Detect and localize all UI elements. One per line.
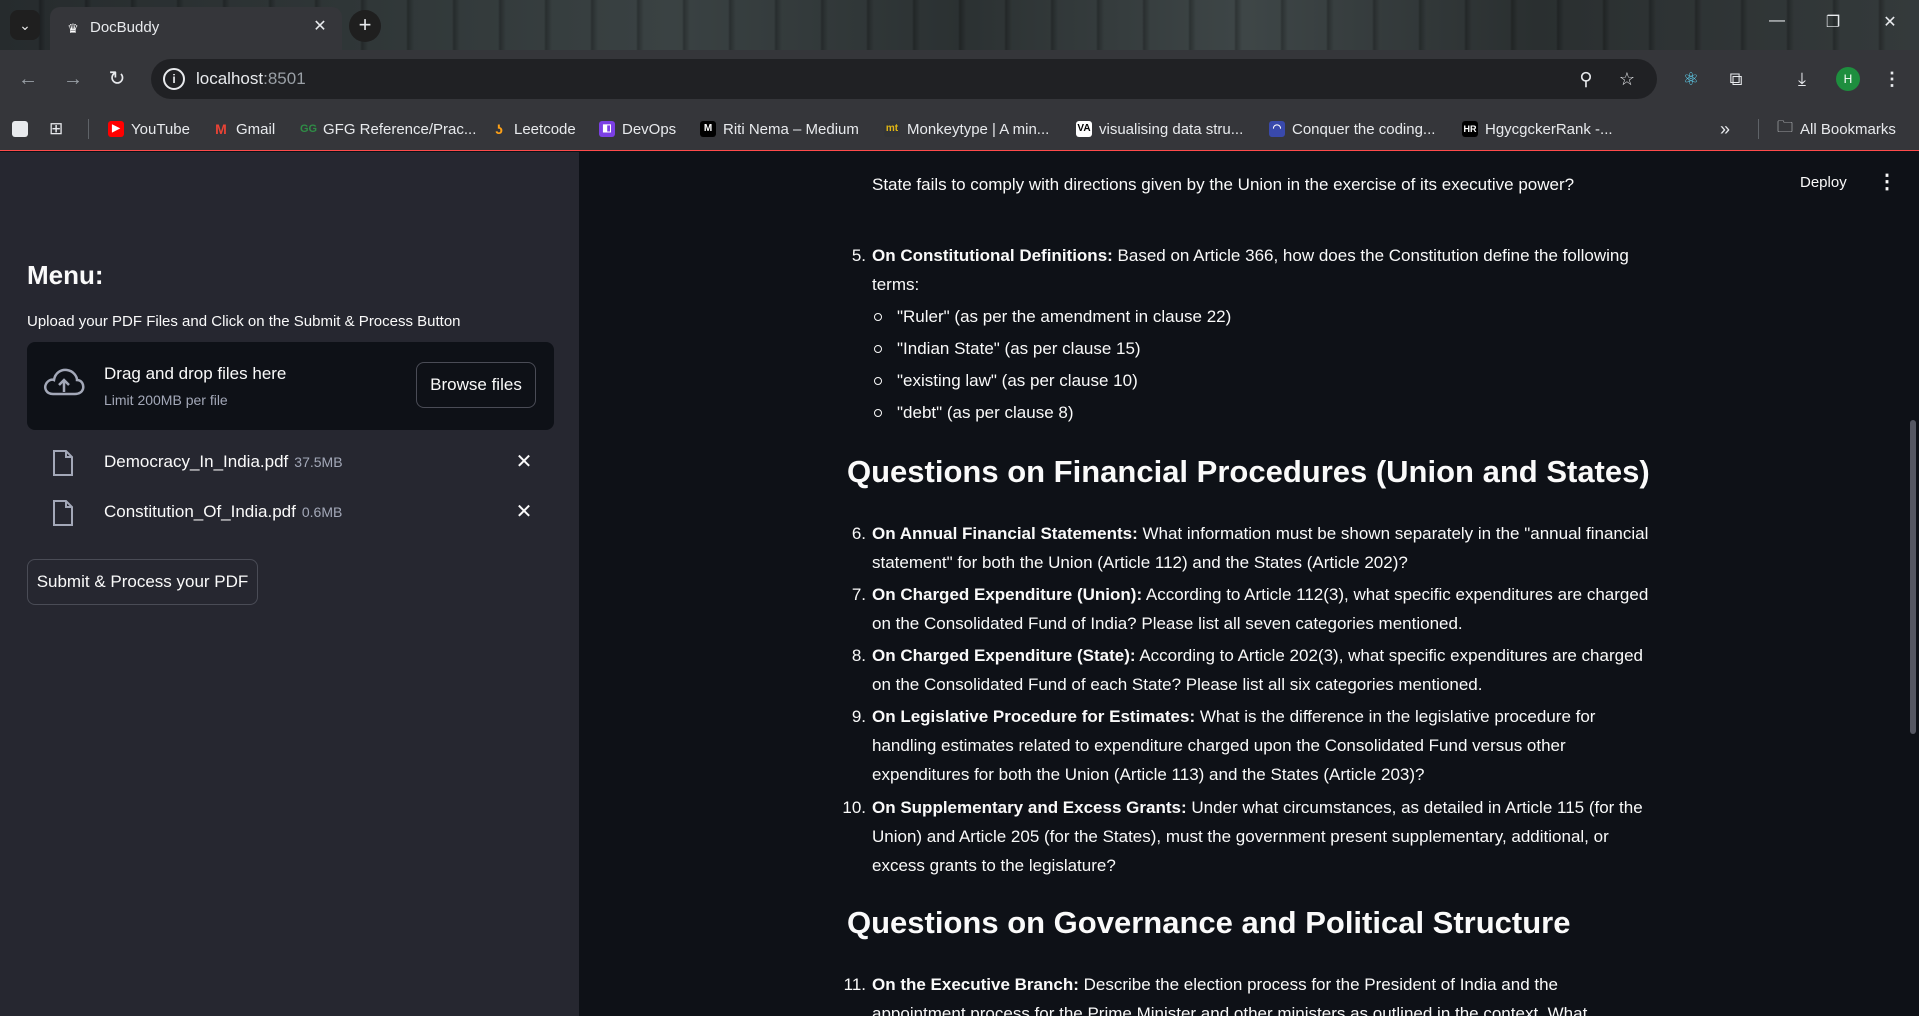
close-window-icon[interactable]: ✕ (1878, 12, 1902, 32)
gfg-icon: GG (300, 121, 318, 137)
bookmarks-bar: ⊞ ▶ YouTube M Gmail GG GFG Reference/Prac..… (0, 107, 1919, 151)
dropzone-title: Drag and drop files here (104, 364, 287, 383)
file-size: 37.5MB (294, 454, 343, 470)
upload-label: Upload your PDF Files and Click on the S… (27, 313, 461, 330)
bookmark-leetcode[interactable]: ʖ Leetcode (491, 119, 576, 139)
apps-grid-icon[interactable]: ⊞ (49, 119, 63, 139)
uploaded-file-row: Democracy_In_India.pdf 37.5MB ✕ (27, 443, 554, 483)
uploaded-file-row: Constitution_Of_India.pdf 0.6MB ✕ (27, 493, 554, 533)
file-icon (53, 500, 73, 526)
file-size: 0.6MB (301, 504, 343, 520)
url-text[interactable]: localhost:8501 (196, 69, 306, 89)
browser-toolbar: ← → ↻ i localhost:8501 ⚲ ☆ ⚛ ⧉ ⤓ H ⋮ (0, 50, 1919, 107)
react-devtools-icon[interactable]: ⚛ (1677, 65, 1705, 93)
all-bookmarks-folder[interactable]: 🗀 All Bookmarks (1777, 119, 1896, 139)
submit-process-button[interactable]: Submit & Process your PDF (27, 559, 258, 605)
browse-files-button[interactable]: Browse files (416, 362, 536, 408)
back-arrow-icon[interactable]: ← (14, 65, 42, 93)
zoom-icon[interactable]: ⚲ (1574, 67, 1598, 91)
bookmark-hackerrank[interactable]: HR HgycgckerRank -... (1462, 119, 1613, 139)
bookmark-apps-square[interactable] (12, 119, 35, 139)
leetcode-icon: ʖ (491, 121, 507, 137)
youtube-icon: ▶ (108, 121, 124, 137)
sidebar: Menu: Upload your PDF Files and Click on… (0, 152, 579, 1016)
star-bookmark-icon[interactable]: ☆ (1615, 67, 1639, 91)
browser-menu-icon[interactable]: ⋮ (1878, 65, 1906, 93)
reload-icon[interactable]: ↻ (103, 65, 131, 93)
bookmark-devops[interactable]: ◧ DevOps (599, 119, 676, 139)
question-item: 9. On Legislative Procedure for Estimate… (851, 707, 1596, 784)
bookmark-gmail[interactable]: M Gmail (213, 119, 275, 139)
browser-tab-bar: ⌄ ♛ DocBuddy ✕ + — ❐ ✕ (0, 0, 1919, 50)
scrollbar-thumb[interactable] (1910, 420, 1916, 734)
medium-icon: M (700, 121, 716, 137)
definition-subitem: "Indian State" (as per clause 15) (874, 334, 1141, 363)
new-tab-button[interactable]: + (349, 10, 381, 42)
profile-avatar[interactable]: H (1836, 67, 1860, 91)
forward-arrow-icon[interactable]: → (59, 65, 87, 93)
extensions-icon[interactable]: ⧉ (1722, 65, 1750, 93)
remove-file-icon[interactable]: ✕ (512, 450, 536, 474)
folder-icon: 🗀 (1777, 118, 1794, 136)
question-item: 7. On Charged Expenditure (Union): Accor… (851, 585, 1649, 633)
browser-tab[interactable]: ♛ DocBuddy ✕ (50, 7, 342, 50)
question-item: 8. On Charged Expenditure (State): Accor… (851, 646, 1643, 694)
section-heading: Questions on Governance and Political St… (847, 905, 1571, 940)
close-tab-icon[interactable]: ✕ (310, 17, 330, 37)
cloud-upload-icon (44, 368, 85, 396)
tab-title: DocBuddy (90, 19, 160, 36)
monkeytype-icon: mt (884, 121, 900, 137)
definition-subitem: "existing law" (as per clause 10) (874, 366, 1138, 395)
bookmark-gfg[interactable]: GG GFG Reference/Prac... (300, 119, 476, 139)
dropzone-limit: Limit 200MB per file (104, 392, 228, 408)
codechef-icon: ◠ (1269, 121, 1285, 137)
deploy-button[interactable]: Deploy (1800, 174, 1847, 191)
sidebar-menu-title: Menu: (27, 260, 104, 290)
file-icon (53, 450, 73, 476)
bookmark-youtube[interactable]: ▶ YouTube (108, 119, 190, 139)
site-info-icon[interactable]: i (163, 68, 185, 90)
file-name: Democracy_In_India.pdf 37.5MB (104, 452, 343, 471)
question-item: 11. On the Executive Branch: Describe th… (843, 975, 1588, 1016)
app-menu-icon[interactable]: ⋮ (1877, 170, 1897, 194)
file-name: Constitution_Of_India.pdf 0.6MB (104, 502, 343, 521)
bookmark-monkeytype[interactable]: mt Monkeytype | A min... (884, 119, 1049, 139)
restore-icon[interactable]: ❐ (1821, 12, 1845, 32)
bookmark-separator (1758, 119, 1759, 139)
question-item: 10. On Supplementary and Excess Grants: … (842, 798, 1643, 875)
bookmark-codechef[interactable]: ◠ Conquer the coding... (1269, 119, 1435, 139)
chevron-down-icon: ⌄ (19, 16, 31, 33)
address-bar[interactable]: i localhost:8501 ⚲ ☆ (151, 59, 1657, 99)
definition-subitem: "debt" (as per clause 8) (874, 398, 1074, 427)
devops-icon: ◧ (599, 121, 615, 137)
bookmark-visualgo[interactable]: VA visualising data stru... (1076, 119, 1243, 139)
bookmark-separator (88, 119, 89, 139)
definition-subitem: "Ruler" (as per the amendment in clause … (873, 302, 1231, 331)
minimize-icon[interactable]: — (1765, 12, 1789, 30)
tab-search-button[interactable]: ⌄ (10, 10, 40, 40)
hackerrank-icon: HR (1462, 121, 1478, 137)
section-heading: Questions on Financial Procedures (Union… (847, 454, 1650, 489)
file-dropzone[interactable]: Drag and drop files here Limit 200MB per… (27, 342, 554, 430)
remove-file-icon[interactable]: ✕ (512, 500, 536, 524)
more-bookmarks-icon[interactable]: » (1720, 119, 1730, 139)
bookmark-medium[interactable]: M Riti Nema – Medium (700, 119, 859, 139)
gmail-icon: M (213, 121, 229, 137)
streamlit-crown-icon: ♛ (67, 21, 79, 36)
main-content: Deploy ⋮ State fails to comply with dire… (579, 152, 1919, 1016)
visualgo-icon: VA (1076, 121, 1092, 137)
question-continuation: State fails to comply with directions gi… (872, 175, 1575, 194)
download-icon[interactable]: ⤓ (1788, 65, 1816, 93)
question-item: 5. On Constitutional Definitions: Based … (851, 246, 1629, 294)
question-item: 6. On Annual Financial Statements: What … (851, 524, 1649, 572)
